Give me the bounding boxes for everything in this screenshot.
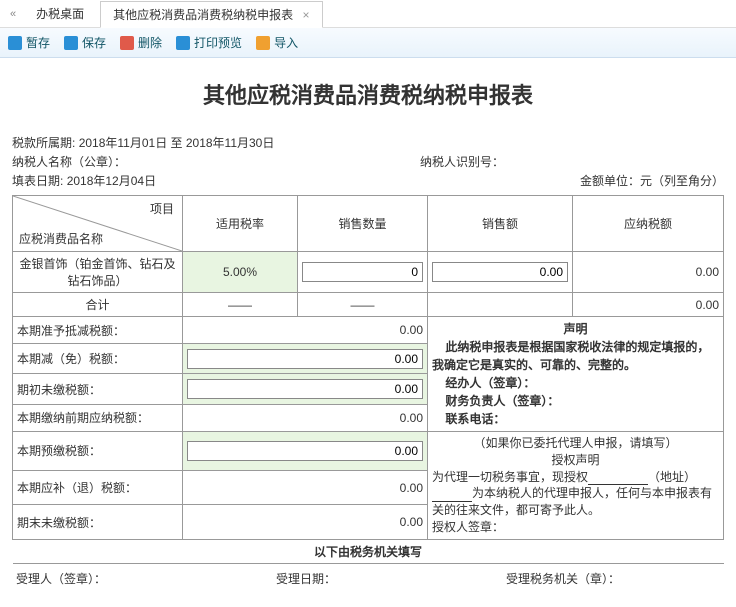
item-rate: 5.00% bbox=[183, 252, 298, 293]
label-r3: 期初未缴税额： bbox=[13, 374, 183, 404]
header-qty: 销售数量 bbox=[298, 196, 428, 252]
accept-date-label: 受理日期： bbox=[276, 570, 336, 587]
print-label: 打印预览 bbox=[194, 34, 242, 51]
decl-title: 声明 bbox=[432, 320, 719, 338]
val-r7: 0.00 bbox=[183, 505, 428, 540]
auth-line2: 为本纳税人的代理申报人，任何与本申报表有关的往来文件，都可寄予此人。 bbox=[432, 485, 719, 519]
total-amount bbox=[428, 293, 573, 317]
val-r3-cell bbox=[183, 374, 428, 404]
exempt-input[interactable] bbox=[187, 349, 423, 369]
header-amount: 销售额 bbox=[428, 196, 573, 252]
item-name: 金银首饰（铂金首饰、钻石及钻石饰品） bbox=[13, 252, 183, 293]
total-rate: —— bbox=[183, 293, 298, 317]
header-diagonal: 项目 应税消费品名称 bbox=[13, 196, 183, 252]
print-icon bbox=[176, 36, 190, 50]
val-r1: 0.00 bbox=[183, 317, 428, 344]
label-r5: 本期预缴税额： bbox=[13, 432, 183, 471]
decl-finance: 财务负责人（签章）： bbox=[432, 392, 719, 410]
qty-input[interactable] bbox=[302, 262, 423, 282]
val-r5-cell bbox=[183, 432, 428, 471]
pause-icon bbox=[8, 36, 22, 50]
row-deduct: 本期准予抵减税额： 0.00 声明 此纳税申报表是根据国家税收法律的规定填报的，… bbox=[13, 317, 724, 344]
item-amount-cell bbox=[428, 252, 573, 293]
tab-form-label: 其他应税消费品消费税纳税申报表 bbox=[113, 8, 293, 22]
declaration-box: 声明 此纳税申报表是根据国家税收法律的规定填报的，我确定它是真实的、可靠的、完整… bbox=[428, 317, 724, 432]
import-label: 导入 bbox=[274, 34, 298, 51]
delete-label: 删除 bbox=[138, 34, 162, 51]
data-row-1: 金银首饰（铂金首饰、钻石及钻石饰品） 5.00% 0.00 bbox=[13, 252, 724, 293]
page-title: 其他应税消费品消费税纳税申报表 bbox=[12, 78, 724, 110]
val-r4: 0.00 bbox=[183, 404, 428, 431]
import-icon bbox=[256, 36, 270, 50]
val-r6: 0.00 bbox=[183, 470, 428, 504]
begin-unpaid-input[interactable] bbox=[187, 379, 423, 399]
header-row: 项目 应税消费品名称 适用税率 销售数量 销售额 应纳税额 bbox=[13, 196, 724, 252]
row-prepaid: 本期预缴税额： （如果你已委托代理人申报，请填写） 授权声明 为代理一切税务事宜… bbox=[13, 432, 724, 471]
authorization-box: （如果你已委托代理人申报，请填写） 授权声明 为代理一切税务事宜，现授权（地址）… bbox=[428, 432, 724, 540]
header-name: 应税消费品名称 bbox=[19, 230, 103, 247]
item-qty-cell bbox=[298, 252, 428, 293]
tab-desktop[interactable]: 办税桌面 bbox=[24, 1, 96, 26]
delete-icon bbox=[120, 36, 134, 50]
total-label: 合计 bbox=[13, 293, 183, 317]
label-r4: 本期缴纳前期应纳税额： bbox=[13, 404, 183, 431]
total-qty: —— bbox=[298, 293, 428, 317]
auth-line1: 为代理一切税务事宜，现授权（地址） bbox=[432, 469, 719, 486]
save-icon bbox=[64, 36, 78, 50]
print-preview-button[interactable]: 打印预览 bbox=[176, 34, 242, 51]
main-table: 项目 应税消费品名称 适用税率 销售数量 销售额 应纳税额 金银首饰（铂金首饰、… bbox=[12, 195, 724, 564]
decl-text: 此纳税申报表是根据国家税收法律的规定填报的，我确定它是真实的、可靠的、完整的。 bbox=[432, 338, 719, 374]
amount-input[interactable] bbox=[432, 262, 568, 282]
label-r2: 本期减（免）税额： bbox=[13, 344, 183, 374]
accept-office-label: 受理税务机关（章）： bbox=[506, 570, 620, 587]
tabs-back[interactable]: « bbox=[6, 8, 20, 20]
fill-date: 填表日期: 2018年12月04日 bbox=[12, 172, 156, 189]
decl-phone: 联系电话： bbox=[432, 410, 719, 428]
val-r2-cell bbox=[183, 344, 428, 374]
delete-button[interactable]: 删除 bbox=[120, 34, 162, 51]
payer-name-label: 纳税人名称（公章）： bbox=[12, 153, 126, 170]
total-tax: 0.00 bbox=[573, 293, 724, 317]
decl-handler: 经办人（签章）： bbox=[432, 374, 719, 392]
save-button[interactable]: 保存 bbox=[64, 34, 106, 51]
save-label: 保存 bbox=[82, 34, 106, 51]
accepter-label: 受理人（签章）： bbox=[16, 570, 106, 587]
header-rate: 适用税率 bbox=[183, 196, 298, 252]
item-tax: 0.00 bbox=[573, 252, 724, 293]
tab-bar: « 办税桌面 其他应税消费品消费税纳税申报表 × bbox=[0, 0, 736, 28]
close-icon[interactable]: × bbox=[303, 8, 310, 22]
label-r1: 本期准予抵减税额： bbox=[13, 317, 183, 344]
pause-label: 暂存 bbox=[26, 34, 50, 51]
payer-id-label: 纳税人识别号： bbox=[420, 153, 504, 170]
auth-sign: 授权人签章： bbox=[432, 519, 719, 536]
tax-office-section: 以下由税务机关填写 bbox=[13, 539, 724, 563]
prepaid-input[interactable] bbox=[187, 441, 423, 461]
pause-button[interactable]: 暂存 bbox=[8, 34, 50, 51]
period-label: 税款所属期: 2018年11月01日 至 2018年11月30日 bbox=[12, 134, 274, 151]
header-item: 项目 bbox=[150, 200, 174, 217]
import-button[interactable]: 导入 bbox=[256, 34, 298, 51]
auth-hint: （如果你已委托代理人申报，请填写） bbox=[432, 435, 719, 452]
label-r7: 期末未缴税额： bbox=[13, 505, 183, 540]
total-row: 合计 —— —— 0.00 bbox=[13, 293, 724, 317]
form-content: 其他应税消费品消费税纳税申报表 税款所属期: 2018年11月01日 至 201… bbox=[0, 58, 736, 607]
tax-office-header: 以下由税务机关填写 bbox=[13, 539, 724, 563]
auth-title: 授权声明 bbox=[432, 452, 719, 469]
header-tax: 应纳税额 bbox=[573, 196, 724, 252]
label-r6: 本期应补（退）税额： bbox=[13, 470, 183, 504]
footer-row: 受理人（签章）： 受理日期： 受理税务机关（章）： bbox=[12, 564, 724, 587]
tab-form[interactable]: 其他应税消费品消费税纳税申报表 × bbox=[100, 1, 322, 28]
unit-label: 金额单位：元（列至角分） bbox=[580, 172, 724, 189]
toolbar: 暂存 保存 删除 打印预览 导入 bbox=[0, 28, 736, 58]
